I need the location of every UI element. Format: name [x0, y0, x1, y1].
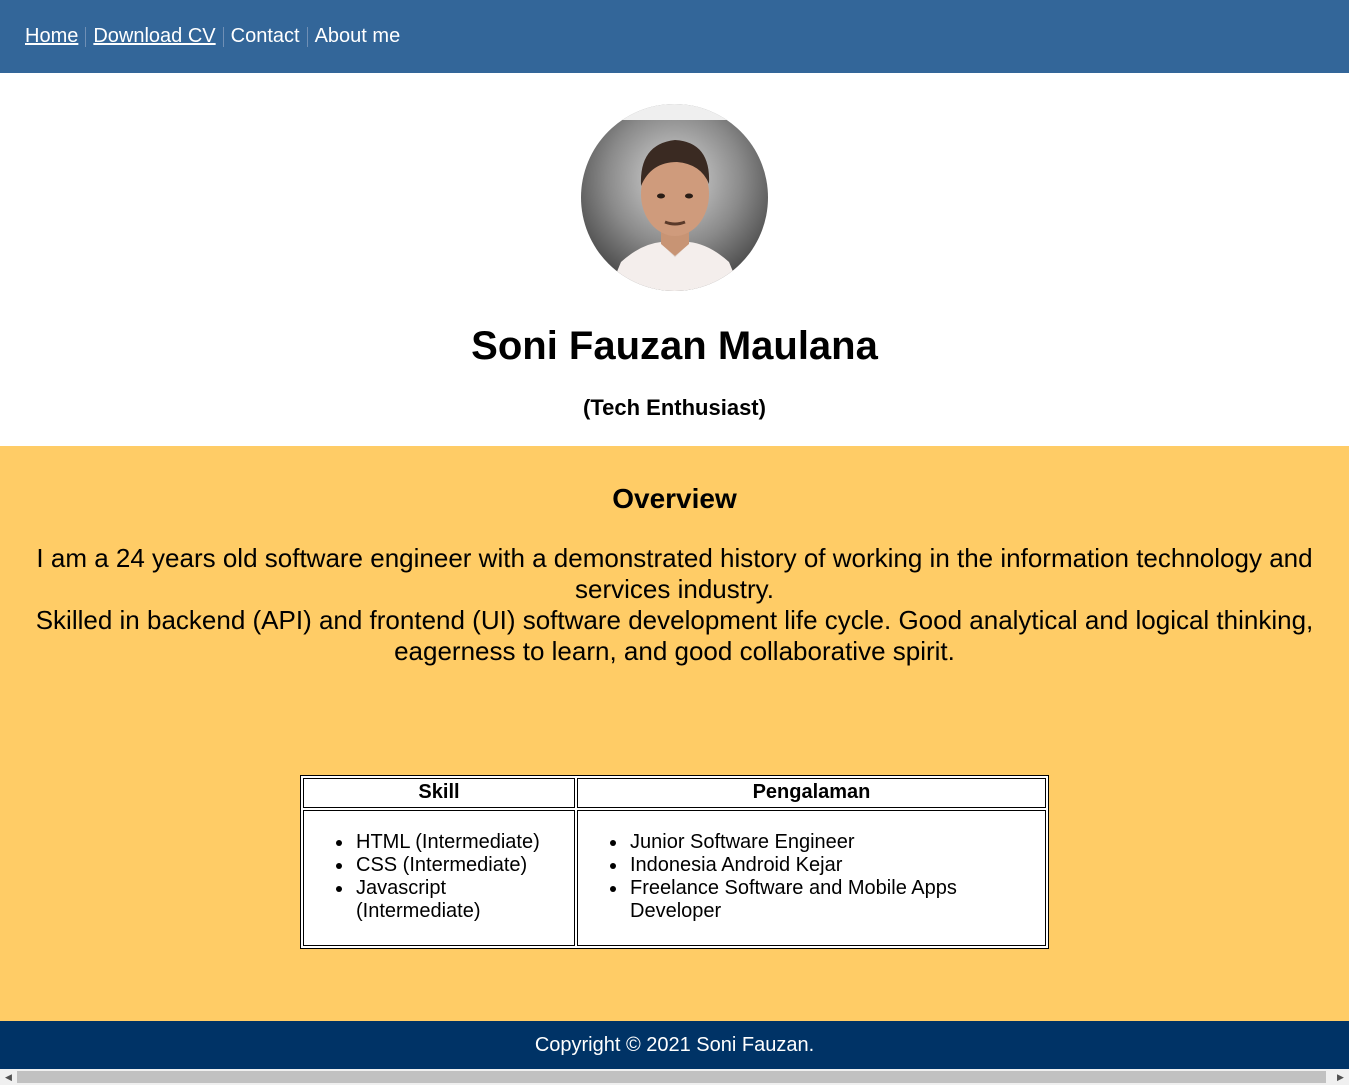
footer: Copyright © 2021 Soni Fauzan.	[0, 1021, 1349, 1069]
list-item: Junior Software Engineer	[578, 831, 978, 854]
nav-separator	[85, 26, 87, 47]
top-navigation: Home Download CV Contact About me	[0, 0, 1349, 73]
list-item: HTML (Intermediate)	[304, 831, 554, 854]
nav-about-me-link[interactable]: About me	[315, 25, 401, 48]
list-item: Indonesia Android Kejar	[578, 854, 978, 877]
nav-separator	[306, 26, 308, 47]
nav-home-link[interactable]: Home	[25, 25, 78, 48]
table-header-experience: Pengalaman	[577, 778, 1046, 808]
list-item: CSS (Intermediate)	[304, 854, 554, 877]
scrollbar-thumb[interactable]	[17, 1071, 1326, 1083]
scroll-left-icon[interactable]: ◀	[0, 1069, 17, 1085]
overview-title: Overview	[612, 483, 737, 514]
skills-cell: HTML (Intermediate) CSS (Intermediate) J…	[303, 810, 575, 946]
overview-paragraph-1: I am a 24 years old software engineer wi…	[36, 543, 1313, 604]
profile-name: Soni Fauzan Maulana	[471, 324, 878, 368]
profile-avatar	[581, 104, 768, 291]
footer-copyright: Copyright © 2021 Soni Fauzan.	[534, 1034, 815, 1056]
overview-description: I am a 24 years old software engineer wi…	[14, 543, 1335, 667]
profile-photo-icon	[581, 104, 768, 291]
skills-experience-table: Skill Pengalaman HTML (Intermediate) CSS…	[300, 775, 1049, 949]
table-header-skill: Skill	[303, 778, 575, 808]
nav-contact-link[interactable]: Contact	[231, 25, 300, 48]
profile-role: (Tech Enthusiast)	[583, 395, 766, 420]
horizontal-scrollbar[interactable]: ◀ ▶	[0, 1069, 1349, 1085]
experience-cell: Junior Software Engineer Indonesia Andro…	[577, 810, 1046, 946]
overview-paragraph-2: Skilled in backend (API) and frontend (U…	[35, 605, 1314, 666]
skills-list: HTML (Intermediate) CSS (Intermediate) J…	[304, 811, 554, 923]
overview-section: Overview I am a 24 years old software en…	[0, 446, 1349, 1021]
nav-separator	[222, 26, 224, 47]
experience-list: Junior Software Engineer Indonesia Andro…	[578, 811, 978, 923]
list-item: Javascript (Intermediate)	[304, 877, 554, 923]
scroll-right-icon[interactable]: ▶	[1332, 1069, 1349, 1085]
nav-download-cv-link[interactable]: Download CV	[93, 25, 215, 48]
list-item: Freelance Software and Mobile Apps Devel…	[578, 877, 978, 923]
